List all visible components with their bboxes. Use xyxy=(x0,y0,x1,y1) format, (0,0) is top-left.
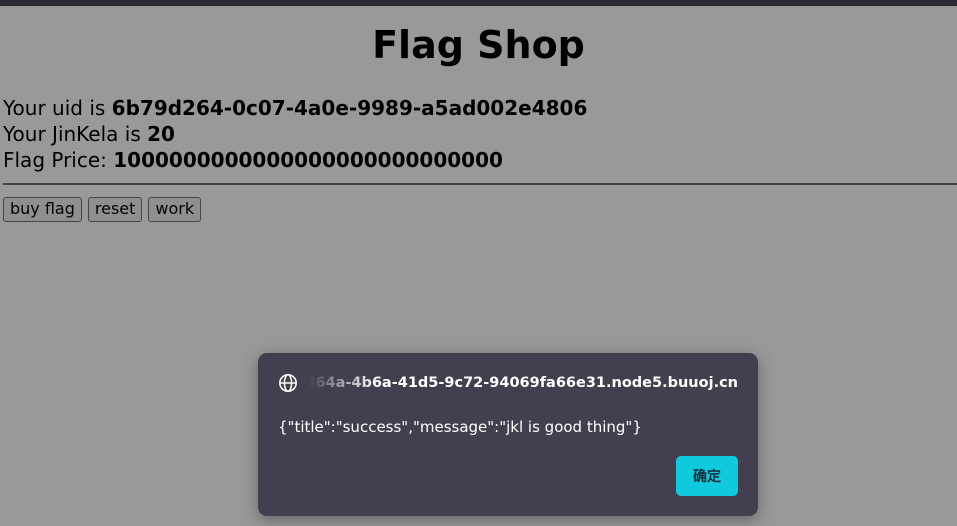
globe-icon xyxy=(278,373,298,393)
dialog-message: {"title":"success","message":"jkl is goo… xyxy=(278,418,642,436)
dialog-origin: ad9864a-4b6a-41d5-9c72-94069fa66e31.node… xyxy=(308,375,738,391)
ok-button[interactable]: 确定 xyxy=(676,456,738,496)
alert-dialog: ad9864a-4b6a-41d5-9c72-94069fa66e31.node… xyxy=(258,353,758,516)
